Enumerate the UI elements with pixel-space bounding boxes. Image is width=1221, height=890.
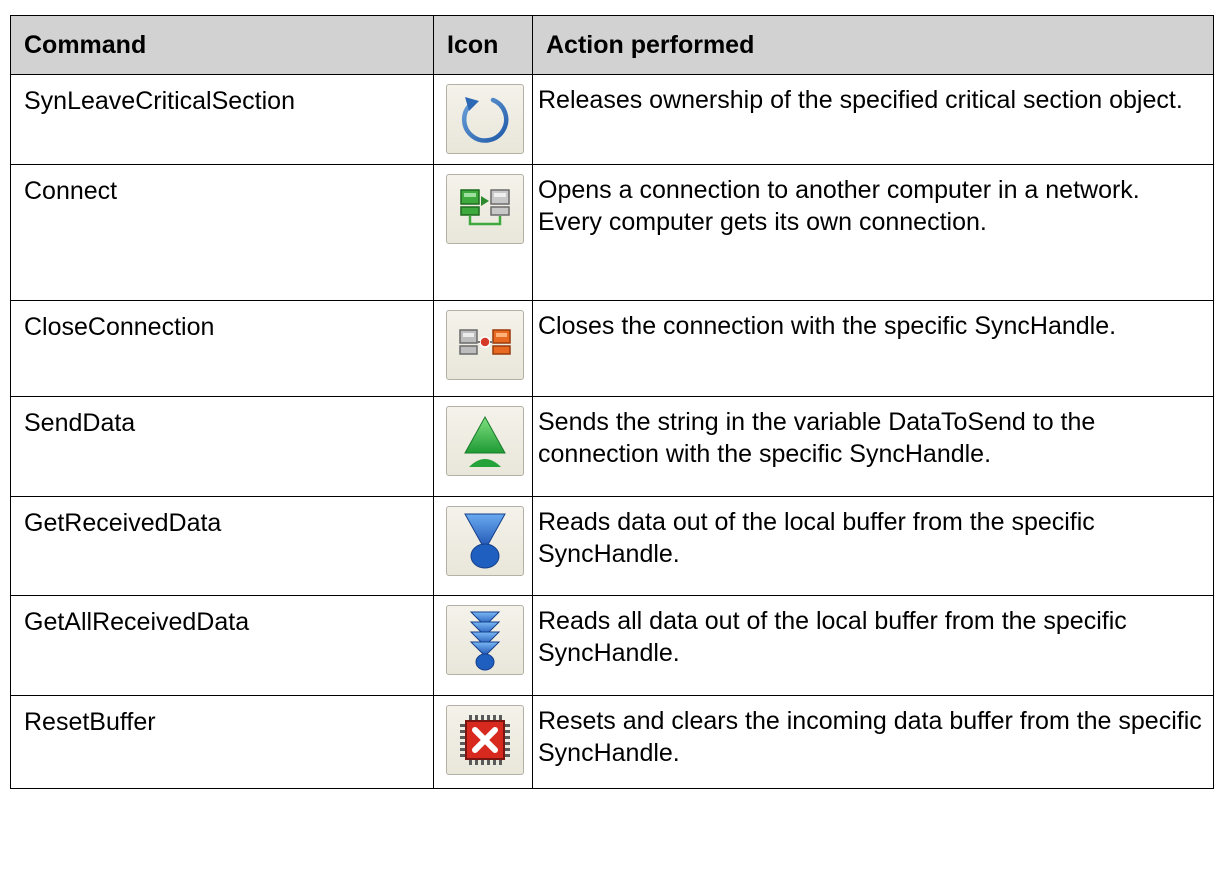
header-action: Action performed xyxy=(532,15,1214,75)
command-name: ResetBuffer xyxy=(10,695,434,789)
action-description: Sends the string in the variable DataToS… xyxy=(532,396,1214,497)
icon-cell xyxy=(433,74,533,165)
table-row: SendData Sends the string in the variabl… xyxy=(10,396,1214,497)
table-row: GetReceivedData Reads data out of the lo… xyxy=(10,496,1214,596)
send-arrow-up-icon[interactable] xyxy=(446,406,524,476)
command-name: SendData xyxy=(10,396,434,497)
command-name: SynLeaveCriticalSection xyxy=(10,74,434,165)
circular-arrow-icon[interactable] xyxy=(446,84,524,154)
command-table-container: Command Icon Action performed SynLeaveCr… xyxy=(10,15,1214,789)
reset-buffer-chip-icon[interactable] xyxy=(446,705,524,775)
table-row: ResetBuffer Resets and clears the incomi… xyxy=(10,695,1214,789)
action-description: Resets and clears the incoming data buff… xyxy=(532,695,1214,789)
table-row: GetAllReceivedData Reads all data out of… xyxy=(10,595,1214,696)
command-name: GetReceivedData xyxy=(10,496,434,596)
icon-cell xyxy=(433,300,533,397)
table-row: CloseConnection Closes the connection wi… xyxy=(10,300,1214,397)
icon-cell xyxy=(433,496,533,596)
command-name: GetAllReceivedData xyxy=(10,595,434,696)
icon-cell xyxy=(433,164,533,301)
receive-funnel-icon[interactable] xyxy=(446,506,524,576)
table-row: SynLeaveCriticalSection Releases ownersh… xyxy=(10,74,1214,165)
icon-cell xyxy=(433,695,533,789)
action-description: Reads all data out of the local buffer f… xyxy=(532,595,1214,696)
icon-cell xyxy=(433,595,533,696)
table-row: Connect Opens a connection to another co… xyxy=(10,164,1214,301)
icon-cell xyxy=(433,396,533,497)
header-icon: Icon xyxy=(433,15,533,75)
command-table: Command Icon Action performed SynLeaveCr… xyxy=(10,15,1214,789)
action-description: Releases ownership of the specified crit… xyxy=(532,74,1214,165)
action-description: Opens a connection to another computer i… xyxy=(532,164,1214,301)
command-name: Connect xyxy=(10,164,434,301)
table-header-row: Command Icon Action performed xyxy=(10,15,1214,75)
command-name: CloseConnection xyxy=(10,300,434,397)
connect-computers-icon[interactable] xyxy=(446,174,524,244)
receive-all-arrows-icon[interactable] xyxy=(446,605,524,675)
close-connection-icon[interactable] xyxy=(446,310,524,380)
action-description: Reads data out of the local buffer from … xyxy=(532,496,1214,596)
header-command: Command xyxy=(10,15,434,75)
action-description: Closes the connection with the specific … xyxy=(532,300,1214,397)
